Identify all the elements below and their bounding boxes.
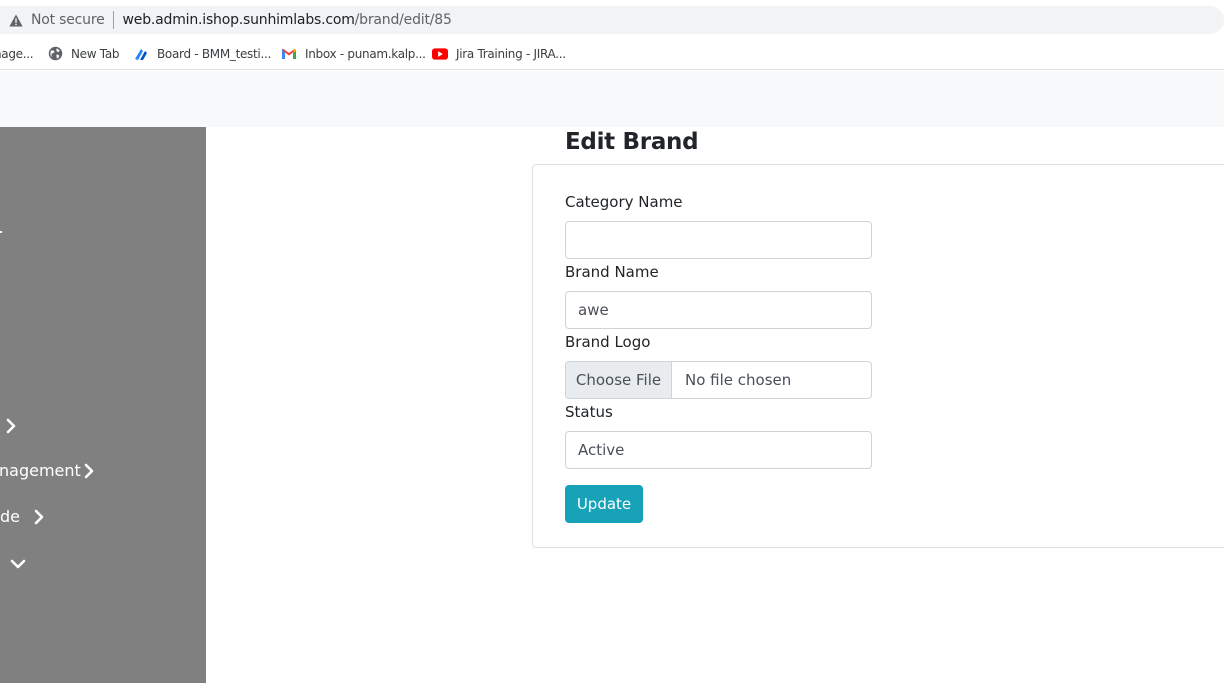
top-navbar (0, 71, 1224, 127)
url-path: /brand/edit/85 (354, 12, 452, 28)
url-text[interactable]: web.admin.ishop.sunhimlabs.com/brand/edi… (123, 12, 452, 28)
bookmark-label: Board - BMM_testi... (157, 46, 271, 61)
category-name-input[interactable] (565, 221, 872, 259)
bookmarks-bar: nage... New Tab Board - BMM_testi... Inb… (0, 38, 1224, 70)
warning-icon[interactable] (9, 13, 23, 27)
chevron-right-icon (33, 509, 45, 529)
chevron-right-icon (83, 463, 95, 483)
brand-name-label: Brand Name (565, 263, 659, 281)
url-host: web.admin.ishop.sunhimlabs.com (122, 12, 355, 28)
sidebar: nagement de (0, 127, 206, 683)
omnibox[interactable]: Not secure web.admin.ishop.sunhimlabs.co… (0, 6, 1224, 34)
bookmark-jira-training[interactable]: Jira Training - JIRA... (432, 46, 566, 62)
youtube-icon (432, 46, 448, 62)
brand-logo-label: Brand Logo (565, 333, 651, 351)
choose-file-button[interactable]: Choose File (566, 362, 672, 398)
bookmark-manage[interactable]: nage... (0, 46, 34, 61)
browser-address-bar: Not secure web.admin.ishop.sunhimlabs.co… (0, 0, 1224, 38)
update-button[interactable]: Update (565, 485, 643, 523)
brand-logo-file-input[interactable]: Choose File No file chosen (565, 361, 872, 399)
sidebar-item-label: de (0, 507, 20, 526)
globe-icon (47, 46, 63, 62)
bookmark-label: New Tab (71, 46, 120, 61)
sidebar-fragment-mark (0, 231, 2, 233)
page-title: Edit Brand (565, 129, 699, 155)
bookmark-label: Jira Training - JIRA... (456, 46, 566, 61)
brand-name-input[interactable]: awe (565, 291, 872, 329)
bookmark-label: nage... (0, 46, 34, 61)
bookmark-label: Inbox - punam.kalp... (305, 46, 426, 61)
address-separator (112, 11, 114, 29)
bookmark-new-tab[interactable]: New Tab (47, 46, 120, 62)
chevron-down-icon (10, 555, 26, 574)
status-select[interactable]: Active (565, 431, 872, 469)
bookmark-board[interactable]: Board - BMM_testi... (133, 46, 271, 62)
bookmark-inbox[interactable]: Inbox - punam.kalp... (281, 46, 426, 62)
security-status[interactable]: Not secure (31, 12, 105, 28)
file-status-text: No file chosen (685, 371, 792, 389)
category-name-label: Category Name (565, 193, 683, 211)
jira-board-icon (133, 46, 149, 62)
sidebar-item-label: nagement (0, 461, 81, 480)
gmail-icon (281, 46, 297, 62)
status-label: Status (565, 403, 613, 421)
chevron-right-icon (5, 418, 17, 438)
